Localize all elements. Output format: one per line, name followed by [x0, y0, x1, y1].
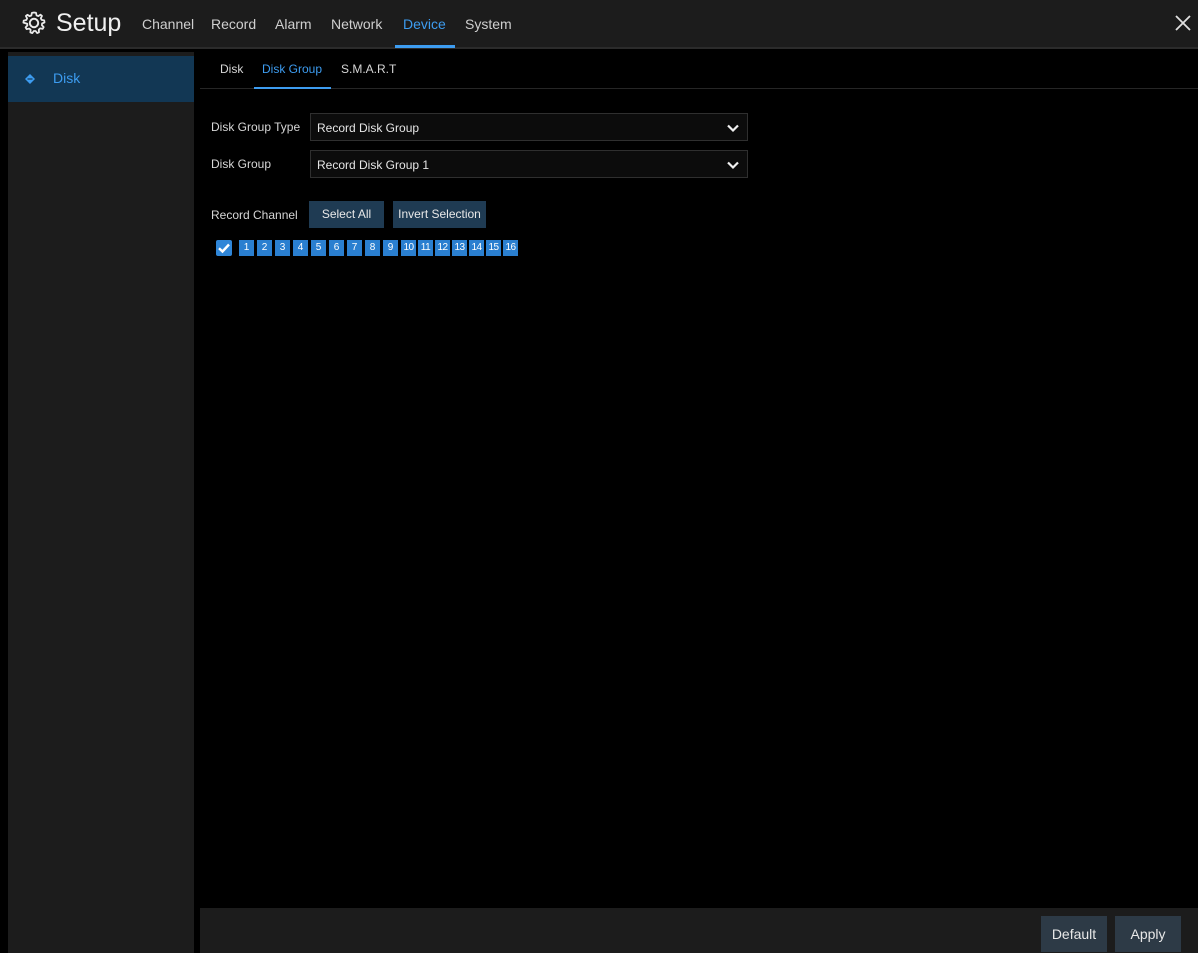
tab-channel[interactable]: Channel: [142, 16, 194, 32]
channel-chip[interactable]: 2: [257, 240, 272, 256]
disk-group-select[interactable]: Record Disk Group 1: [310, 150, 748, 178]
active-subtab-indicator: [254, 87, 331, 89]
sidebar-item-label: Disk: [53, 70, 81, 86]
page-title: Setup: [56, 9, 122, 37]
tab-alarm[interactable]: Alarm: [275, 16, 312, 32]
subtab-disk[interactable]: Disk: [220, 62, 243, 76]
channel-chip[interactable]: 8: [365, 240, 380, 256]
channel-chip[interactable]: 7: [347, 240, 362, 256]
channel-chip[interactable]: 15: [486, 240, 501, 256]
subtab-smart[interactable]: S.M.A.R.T: [341, 62, 396, 76]
gear-icon: [22, 11, 46, 34]
channel-chip[interactable]: 10: [401, 240, 416, 256]
channel-chip[interactable]: 4: [293, 240, 308, 256]
diamond-bullet-icon: [25, 74, 35, 84]
apply-button[interactable]: Apply: [1115, 916, 1181, 952]
top-bar-divider: [0, 47, 1198, 49]
channel-chip[interactable]: 9: [383, 240, 398, 256]
channel-chip[interactable]: 6: [329, 240, 344, 256]
channel-chip[interactable]: 13: [452, 240, 467, 256]
default-button[interactable]: Default: [1041, 916, 1107, 952]
invert-selection-button[interactable]: Invert Selection: [393, 201, 486, 228]
disk-group-type-value: Record Disk Group: [317, 121, 420, 135]
tab-network[interactable]: Network: [331, 16, 382, 32]
channel-list: 1 2 3 4 5 6 7 8 9 10 11 12 13 14 15 16: [239, 240, 521, 256]
checkmark-icon: [218, 243, 230, 254]
disk-group-type-label: Disk Group Type: [211, 120, 301, 134]
record-channel-label: Record Channel: [211, 208, 298, 222]
channel-chip[interactable]: 5: [311, 240, 326, 256]
all-channels-checkbox[interactable]: [216, 240, 232, 256]
tab-record[interactable]: Record: [211, 16, 256, 32]
tab-device[interactable]: Device: [403, 16, 446, 32]
tab-system[interactable]: System: [465, 16, 512, 32]
close-icon[interactable]: [1172, 12, 1194, 34]
sidebar-item-disk[interactable]: Disk: [8, 56, 194, 102]
channel-chip[interactable]: 3: [275, 240, 290, 256]
channel-chip[interactable]: 12: [435, 240, 450, 256]
select-all-button[interactable]: Select All: [309, 201, 384, 228]
chevron-down-icon: [727, 161, 739, 170]
channel-chip[interactable]: 16: [503, 240, 518, 256]
active-tab-indicator: [395, 45, 455, 48]
channel-chip[interactable]: 11: [418, 240, 433, 256]
channel-chip[interactable]: 14: [469, 240, 484, 256]
chevron-down-icon: [727, 124, 739, 133]
disk-group-value: Record Disk Group 1: [317, 158, 430, 172]
channel-chip[interactable]: 1: [239, 240, 254, 256]
sidebar: Disk: [8, 52, 194, 953]
disk-group-type-select[interactable]: Record Disk Group: [310, 113, 748, 141]
subtab-divider: [200, 88, 1198, 89]
disk-group-label: Disk Group: [211, 157, 272, 171]
subtab-disk-group[interactable]: Disk Group: [262, 62, 322, 76]
